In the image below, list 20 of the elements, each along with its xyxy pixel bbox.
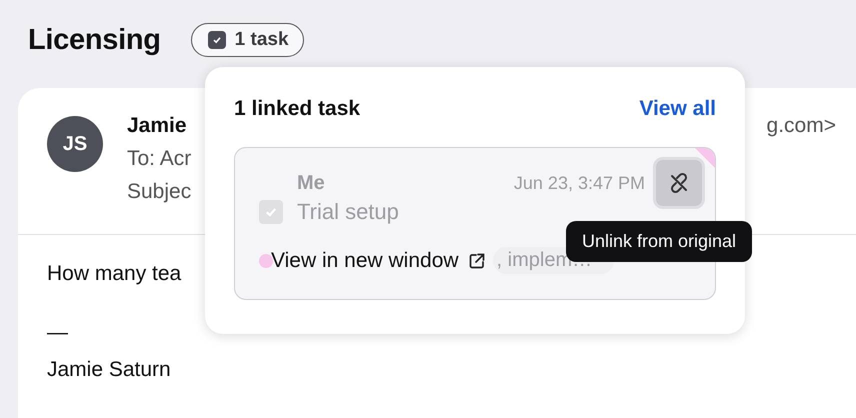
assignee: Me [297, 172, 326, 194]
avatar: JS [47, 116, 103, 172]
task-name: Trial setup [297, 199, 399, 225]
view-in-new-window-link[interactable]: View in new window [271, 248, 487, 272]
avatar-icon [259, 254, 273, 268]
email-body: How many tea [47, 262, 182, 286]
task-date: Jun 23, 3:47 PM [514, 172, 645, 194]
external-link-icon [466, 250, 487, 270]
task-badge[interactable]: 1 task [190, 23, 304, 57]
sender-name: Jamie [127, 114, 187, 138]
page-title: Licensing [28, 24, 161, 56]
view-all-link[interactable]: View all [639, 97, 716, 121]
signature: Jamie Saturn [47, 358, 171, 382]
popover-title: 1 linked task [234, 97, 360, 121]
signature-dash: — [47, 321, 68, 345]
subject-line: Subjec [127, 180, 192, 204]
sender-address: g.com> [766, 114, 836, 138]
task-checkbox[interactable] [259, 200, 283, 224]
recipient-line: To: Acr [127, 147, 192, 171]
unlink-button[interactable] [653, 157, 705, 209]
